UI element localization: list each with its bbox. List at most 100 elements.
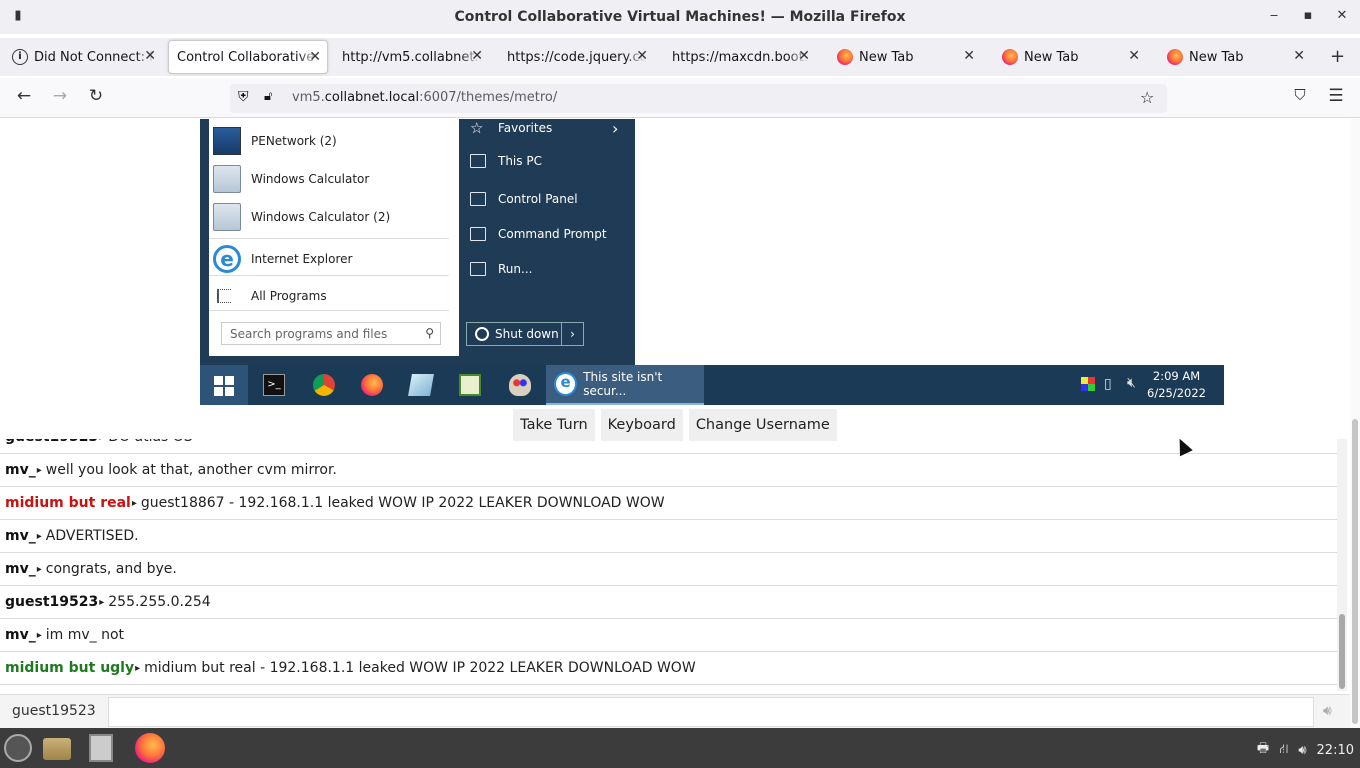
keyboard-button[interactable]: Keyboard <box>600 409 683 441</box>
chat-username[interactable]: midium but ugly <box>5 660 134 676</box>
tab-label: https://code.jquery.co <box>507 49 646 65</box>
insecure-lock-icon[interactable]: 🔓︎ <box>264 89 272 104</box>
windows-start-icon[interactable] <box>200 365 248 405</box>
notepad-icon[interactable] <box>459 374 481 396</box>
url-text[interactable]: vm5.collabnet.local:6007/themes/metro/ <box>292 90 557 105</box>
battery-icon[interactable]: ▯ <box>1104 376 1112 392</box>
panel-clock[interactable]: 22:10 <box>1317 743 1354 758</box>
chat-log: guest19523▸DO atlas OSmv_▸well you look … <box>0 439 1337 691</box>
start-menu-item[interactable]: All Programs <box>209 279 459 313</box>
volume-icon[interactable]: 🔊︎ <box>1323 703 1332 719</box>
tab[interactable]: New Tab ✕ <box>1159 40 1311 74</box>
tab[interactable]: New Tab ✕ <box>829 40 981 74</box>
chat-scrollbar[interactable] <box>1337 439 1347 691</box>
tab[interactable]: Control Collaborative ✕ <box>168 40 328 74</box>
network-icon[interactable]: ⛙ <box>1279 742 1288 759</box>
start-menu-item[interactable]: Windows Calculator <box>209 162 459 196</box>
computer-icon <box>470 154 486 168</box>
url-bar[interactable]: ⛨ 🔓︎ vm5.collabnet.local:6007/themes/met… <box>230 84 1167 113</box>
vm-clock[interactable]: 2:09 AM 6/25/2022 <box>1147 368 1206 402</box>
close-tab-icon[interactable]: ✕ <box>1128 48 1140 64</box>
chat-message: guest19523▸ DO atlas OS <box>0 439 1337 454</box>
firefox-icon <box>837 49 853 65</box>
tab-label: https://maxcdn.boots <box>672 49 808 65</box>
reload-icon[interactable]: ↻ <box>84 86 108 106</box>
start-menu-link[interactable]: ☆ Favorites › <box>470 119 618 138</box>
chat-username[interactable]: mv_ <box>5 528 36 544</box>
vm-clock-date: 6/25/2022 <box>1147 386 1206 400</box>
file-manager-icon[interactable] <box>43 738 71 760</box>
tab[interactable]: i Did Not Connect: P ✕ <box>4 40 162 74</box>
volume-icon[interactable]: 🔊︎ <box>1298 743 1306 758</box>
tab[interactable]: https://code.jquery.co ✕ <box>499 40 654 74</box>
tab[interactable]: http://vm5.collabnet.l ✕ <box>334 40 489 74</box>
start-menu-link[interactable]: Command Prompt <box>470 225 607 243</box>
window-menu-icon[interactable]: ▮ <box>8 8 28 23</box>
chat-username[interactable]: guest19523 <box>12 703 96 719</box>
power-icon <box>475 327 489 341</box>
app-icon[interactable] <box>408 374 434 396</box>
pocket-icon[interactable]: ⛉ <box>1288 86 1312 104</box>
chat-username[interactable]: guest19523 <box>5 439 98 445</box>
terminal-icon[interactable]: >_ <box>263 374 285 396</box>
chat-message-input[interactable] <box>108 697 1314 727</box>
chevron-right-icon[interactable]: › <box>561 323 583 345</box>
taskbar-ie-window[interactable]: e This site isn't secur... <box>546 365 704 405</box>
new-tab-icon[interactable]: + <box>1330 46 1345 67</box>
minimize-icon[interactable]: ‒ <box>1264 8 1284 23</box>
list-icon <box>217 289 231 303</box>
close-tab-icon[interactable]: ✕ <box>1293 48 1305 64</box>
chat-username[interactable]: mv_ <box>5 627 36 643</box>
close-tab-icon[interactable]: ✕ <box>144 48 156 64</box>
start-menu-item-label: Windows Calculator <box>251 172 370 186</box>
close-tab-icon[interactable]: ✕ <box>963 48 975 64</box>
chat-text: DO atlas OS <box>108 439 192 445</box>
vm-screen[interactable]: PENetwork (2) Windows Calculator Windows C… <box>200 119 1224 405</box>
tab-label: New Tab <box>1024 49 1079 65</box>
printer-icon[interactable]: 🖶︎ <box>1257 739 1269 761</box>
chrome-icon[interactable] <box>313 374 335 396</box>
chat-username[interactable]: mv_ <box>5 462 36 478</box>
take-turn-button[interactable]: Take Turn <box>513 409 595 441</box>
start-menu-link[interactable]: Control Panel <box>470 190 578 208</box>
page-scrollbar[interactable] <box>1350 119 1360 728</box>
chat-username[interactable]: midium but real <box>5 495 131 511</box>
tab-label: New Tab <box>1189 49 1244 65</box>
close-tab-icon[interactable]: ✕ <box>798 48 810 64</box>
back-icon[interactable]: ← <box>12 86 36 106</box>
color-tray-icon[interactable] <box>1081 377 1095 391</box>
chat-username[interactable]: guest19523 <box>5 594 98 610</box>
shutdown-label: Shut down <box>495 327 559 341</box>
close-window-icon[interactable]: ✕ <box>1332 8 1352 23</box>
text-editor-icon[interactable] <box>89 734 113 762</box>
shutdown-button[interactable]: Shut down › <box>466 322 584 346</box>
chat-message: mv_ ▸ well you look at that, another cvm m… <box>0 454 1337 487</box>
vm-clock-time: 2:09 AM <box>1152 369 1201 383</box>
bookmark-star-icon[interactable]: ☆ <box>1140 88 1154 107</box>
system-menu-icon[interactable] <box>4 734 32 762</box>
firefox-icon[interactable] <box>361 374 383 396</box>
change-username-button[interactable]: Change Username <box>688 409 837 441</box>
start-menu-link[interactable]: This PC <box>470 152 542 170</box>
close-tab-icon[interactable]: ✕ <box>309 49 321 65</box>
start-search-input[interactable]: Search programs and files ⚲ <box>221 322 441 345</box>
vm-taskbar: >_ e This site isn't secur... ▯ 🔇︎ 2:09 … <box>200 365 1224 405</box>
start-menu-link[interactable]: Run... <box>470 260 532 278</box>
shield-icon[interactable]: ⛨ <box>238 89 249 105</box>
firefox-icon[interactable] <box>135 733 165 763</box>
tab[interactable]: https://maxcdn.boots ✕ <box>664 40 816 74</box>
start-menu-item[interactable]: Windows Calculator (2) <box>209 200 459 234</box>
start-menu-item[interactable]: e Internet Explorer <box>209 242 459 276</box>
start-menu-item[interactable]: PENetwork (2) <box>209 124 459 158</box>
start-menu-item-label: PENetwork (2) <box>251 134 337 148</box>
maximize-icon[interactable]: ▪ <box>1298 8 1318 23</box>
close-tab-icon[interactable]: ✕ <box>471 48 483 64</box>
forward-icon[interactable]: → <box>48 86 72 106</box>
separator-icon: ▸ <box>36 464 42 476</box>
tab[interactable]: New Tab ✕ <box>994 40 1146 74</box>
close-tab-icon[interactable]: ✕ <box>636 48 648 64</box>
mute-icon[interactable]: 🔇︎ <box>1127 375 1136 391</box>
menu-icon[interactable]: ☰ <box>1324 86 1348 106</box>
chat-username[interactable]: mv_ <box>5 561 36 577</box>
paint-icon[interactable] <box>509 374 531 396</box>
